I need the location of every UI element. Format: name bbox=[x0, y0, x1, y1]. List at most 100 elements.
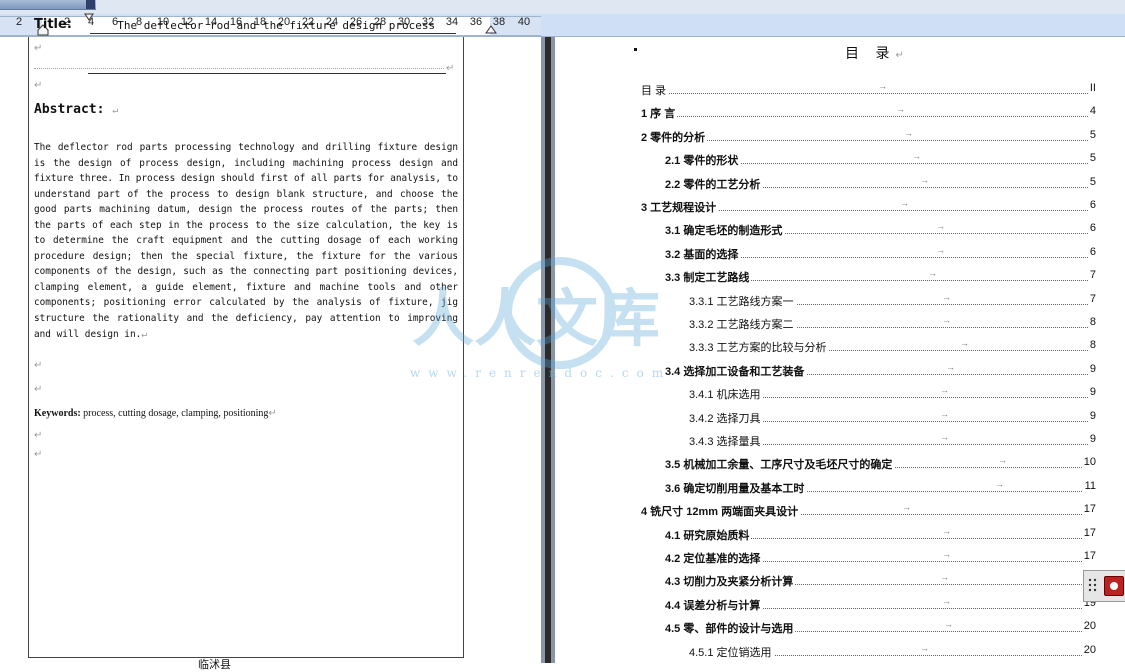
tab-arrow-icon: → bbox=[936, 221, 945, 232]
toc-entry-page: 10 bbox=[1081, 456, 1096, 469]
toc-entry[interactable]: →4.3 切削力及夹紧分析计算18 bbox=[665, 572, 1096, 590]
paragraph-mark: ↵ bbox=[268, 408, 277, 419]
toc-entry-label: 3.4.3 选择量具 bbox=[689, 433, 763, 449]
toc-entry-page: 5 bbox=[1087, 152, 1096, 165]
toc-entry-page: 9 bbox=[1087, 433, 1096, 445]
paragraph-mark: ↵ bbox=[34, 360, 43, 371]
toc-entry-label: 4.2 定位基准的选择 bbox=[665, 550, 763, 566]
drag-grip-icon[interactable] bbox=[1088, 578, 1098, 592]
tab-arrow-icon: → bbox=[912, 151, 921, 162]
toc-entry[interactable]: → 4.4 误差分析与计算 19 bbox=[665, 596, 1096, 613]
toc-entry[interactable]: → 3.3 制定工艺路线 7 bbox=[665, 268, 1096, 286]
tab-arrow-icon: → bbox=[878, 81, 887, 91]
toc-entry-label: 3.1 确定毛坯的制造形式 bbox=[665, 222, 785, 239]
toc-entry-page: 7 bbox=[1087, 292, 1096, 305]
toc-entry[interactable]: → 3.2 基面的选择 6 bbox=[665, 244, 1096, 262]
toc-entry[interactable]: → 3.3.1 工艺路线方案一 7 bbox=[689, 291, 1096, 309]
tab-arrow-icon: → bbox=[902, 502, 911, 513]
toc-entry-page: 20 bbox=[1081, 643, 1096, 656]
paragraph-mark: ↵ bbox=[34, 80, 43, 91]
toc-entry-label: 2.2 零件的工艺分析 bbox=[665, 175, 763, 192]
document-tab[interactable] bbox=[0, 0, 96, 10]
tab-arrow-icon: → bbox=[944, 619, 953, 630]
toc-entry-label: 2.1 零件的形状 bbox=[665, 152, 741, 169]
toc-entry[interactable]: → 3.3.3 工艺方案的比较与分析 8 bbox=[689, 338, 1096, 356]
page-frame bbox=[28, 37, 464, 658]
toc-entry[interactable]: → 3.4 选择加工设备和工艺装备 9 bbox=[665, 362, 1096, 379]
bullet-dot bbox=[634, 48, 637, 51]
record-icon[interactable] bbox=[1104, 576, 1124, 596]
toc-entry[interactable]: → 3.5 机械加工余量、工序尺寸及毛坯尺寸的确定 10 bbox=[665, 455, 1096, 473]
tab-arrow-icon: → bbox=[940, 572, 949, 583]
tab-arrow-icon: → bbox=[995, 478, 1004, 489]
tab-arrow-icon: → bbox=[936, 244, 945, 255]
toc-entry-page: 20 bbox=[1081, 620, 1096, 633]
paragraph-mark: ↵ bbox=[34, 449, 43, 460]
toc-heading: 目 录↵ bbox=[845, 43, 904, 63]
keywords-label: Keywords: bbox=[34, 408, 81, 419]
tab-arrow-icon: → bbox=[960, 338, 969, 349]
tab-arrow-icon: → bbox=[942, 291, 951, 302]
toc-entry-page: 17 bbox=[1081, 503, 1096, 516]
toc-entry-label: 3.4.2 选择刀具 bbox=[689, 409, 763, 426]
dotted-separator bbox=[34, 68, 444, 69]
paragraph-mark: ↵ bbox=[446, 63, 455, 74]
toc-entry-label: 3.3.3 工艺方案的比较与分析 bbox=[689, 339, 829, 356]
toc-entry[interactable]: → 3.4.1 机床选用 9 bbox=[689, 385, 1096, 403]
paragraph-mark: ↵ bbox=[34, 430, 43, 441]
toc-entry-page: 8 bbox=[1087, 339, 1096, 352]
toc-entry[interactable]: → 2.2 零件的工艺分析 5 bbox=[665, 175, 1096, 192]
tab-arrow-icon: → bbox=[940, 408, 949, 419]
toc-leader-dots bbox=[641, 93, 1096, 94]
window-top-strip bbox=[0, 0, 1125, 15]
title-underline bbox=[90, 33, 456, 34]
toc-entry[interactable]: → 3.1 确定毛坯的制造形式 6 bbox=[665, 221, 1096, 239]
tab-arrow-icon: → bbox=[904, 127, 913, 138]
toc-entry[interactable]: → 3.4.2 选择刀具 9 bbox=[689, 408, 1096, 426]
tab-arrow-icon: → bbox=[942, 315, 951, 325]
tab-arrow-icon: → bbox=[942, 525, 951, 536]
toc-entry[interactable]: → 2.1 零件的形状 5 bbox=[665, 151, 1096, 169]
tab-arrow-icon: → bbox=[896, 104, 905, 115]
toc-entry[interactable]: → 4 铣尺寸 12mm 两端面夹具设计 17 bbox=[641, 502, 1096, 520]
toc-leader-dots bbox=[641, 116, 1096, 118]
toc-entry-label: 3.6 确定切削用量及基本工时 bbox=[665, 479, 807, 496]
toc-entry[interactable]: → 4.1 研究原始质料 17 bbox=[665, 525, 1096, 543]
watermark-url: www.renrendoc.com bbox=[410, 366, 672, 380]
toc-entry[interactable]: → 4.5.1 定位销选用 20 bbox=[689, 643, 1096, 660]
toc-entry-page: 6 bbox=[1087, 199, 1096, 211]
tab-arrow-icon: → bbox=[942, 549, 951, 559]
first-line-indent-marker[interactable] bbox=[84, 13, 94, 21]
toc-entry-label: 3.4.1 机床选用 bbox=[689, 386, 763, 403]
abstract-heading: Abstract: ↵ bbox=[34, 102, 118, 117]
title-label: Title: bbox=[34, 17, 73, 32]
toc-entry-page: 6 bbox=[1087, 245, 1096, 258]
paragraph-mark: ↵ bbox=[34, 384, 43, 395]
toc-entry[interactable]: → 1 序 言 4 bbox=[641, 104, 1096, 122]
toc-entry-page: 6 bbox=[1087, 222, 1096, 235]
toc-entry[interactable]: → 3.6 确定切削用量及基本工时 11 bbox=[665, 478, 1096, 496]
toc-entry[interactable]: → 目 录 II bbox=[641, 81, 1096, 98]
right-indent-marker[interactable] bbox=[485, 24, 497, 34]
ruler-number: 40 bbox=[517, 16, 531, 28]
toc-entry-label: 4.4 误差分析与计算 bbox=[665, 596, 763, 613]
toc-heading-text: 目 录 bbox=[845, 46, 896, 62]
toc-entry-label: 4 铣尺寸 12mm 两端面夹具设计 bbox=[641, 503, 801, 520]
toc-entry[interactable]: → 3 工艺规程设计 6 bbox=[641, 198, 1096, 215]
toc-entry[interactable]: → 3.4.3 选择量具 9 bbox=[689, 432, 1096, 449]
toc-entry[interactable]: → 4.5 零、部件的设计与选用 20 bbox=[665, 619, 1096, 637]
toc-entry-page: 11 bbox=[1082, 479, 1096, 492]
toc-entry-page: 4 bbox=[1087, 105, 1096, 118]
recorder-widget[interactable] bbox=[1083, 570, 1125, 602]
toc-entry[interactable]: → 2 零件的分析 5 bbox=[641, 127, 1096, 145]
toc-entry-page: 7 bbox=[1087, 269, 1096, 282]
toc-entry[interactable]: → 3.3.2 工艺路线方案二 8 bbox=[689, 315, 1096, 332]
toc-entry-page: 17 bbox=[1081, 550, 1096, 562]
abstract-label: Abstract: bbox=[34, 102, 105, 117]
toc-entry-page: 5 bbox=[1087, 128, 1096, 141]
toc-entry-page: 9 bbox=[1087, 362, 1096, 375]
toc-entry-label: 4.5 零、部件的设计与选用 bbox=[665, 620, 796, 637]
watermark-text: 人人文库 bbox=[412, 282, 660, 355]
toc-entry-label: 1 序 言 bbox=[641, 105, 678, 122]
toc-entry[interactable]: → 4.2 定位基准的选择 17 bbox=[665, 549, 1096, 566]
